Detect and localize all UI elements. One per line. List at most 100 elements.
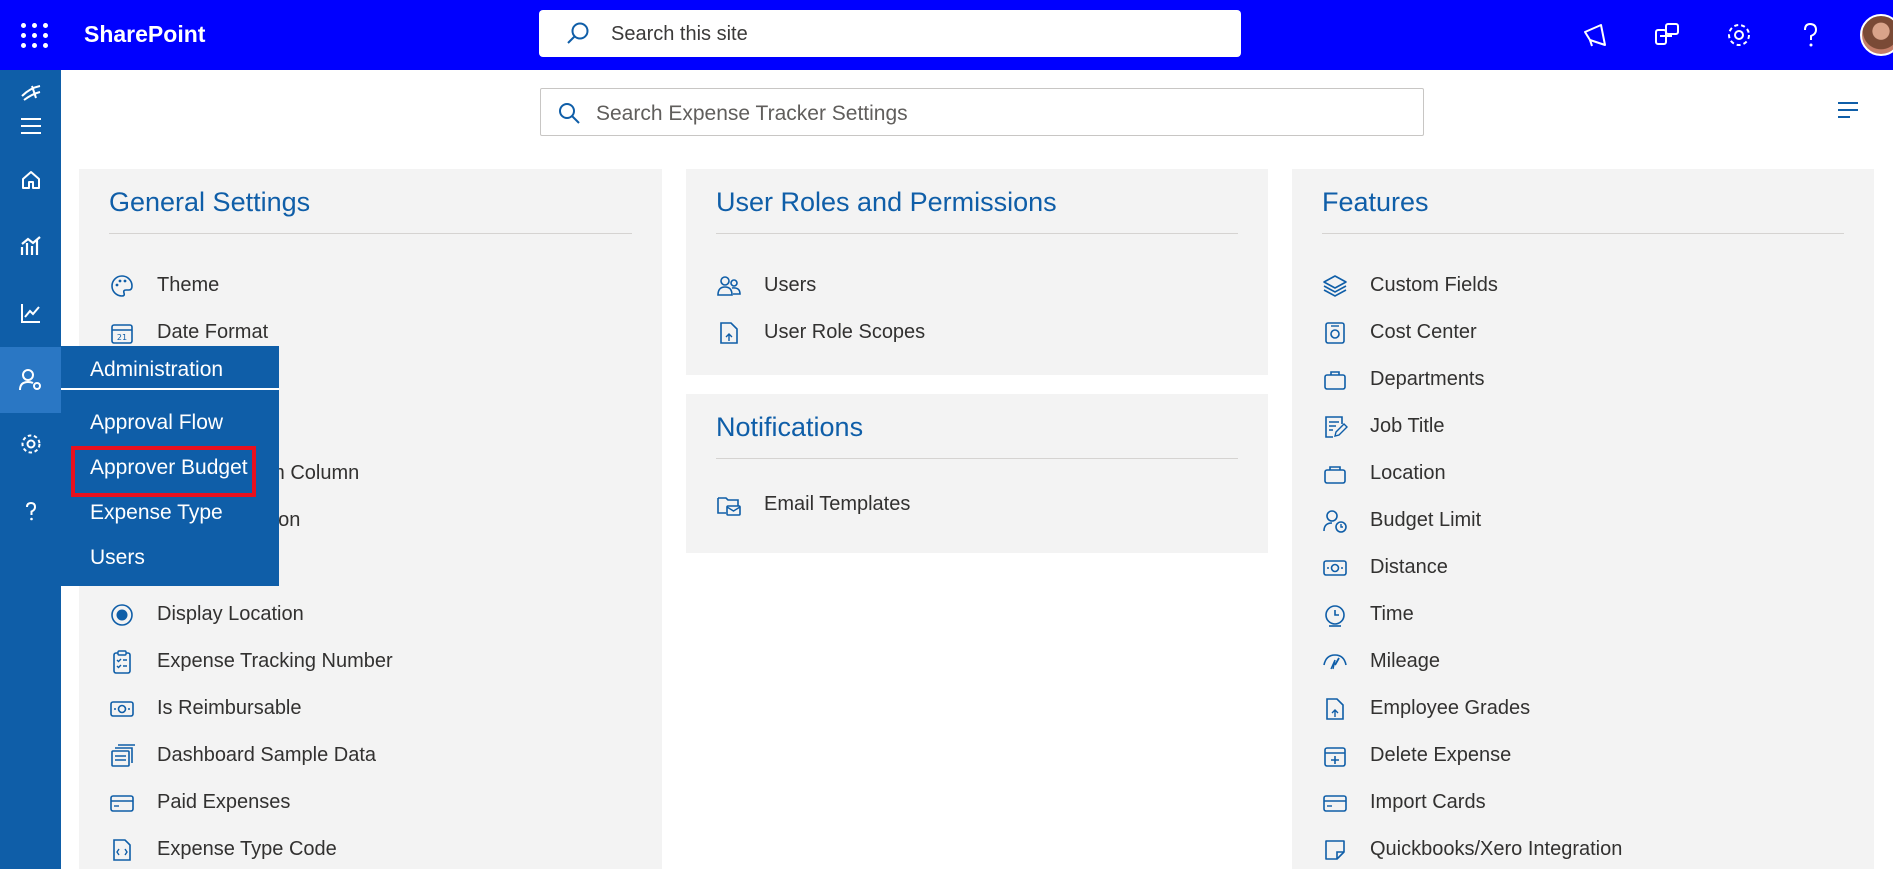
bag-icon <box>1322 461 1348 487</box>
note-icon <box>1322 837 1348 863</box>
settings-item-display-location[interactable]: Display Location <box>109 591 662 638</box>
feature-item-label: Quickbooks/Xero Integration <box>1370 838 1623 860</box>
gauge-icon <box>1322 649 1348 675</box>
user-roles-title: User Roles and Permissions <box>716 187 1057 217</box>
search-icon <box>559 103 580 124</box>
settings-item-label: Display Location <box>157 603 304 625</box>
feature-item-departments[interactable]: Departments <box>1322 356 1874 403</box>
people-icon <box>716 273 742 299</box>
feature-item-label: Employee Grades <box>1370 697 1531 719</box>
settings-item-expense-tracking-number[interactable]: Expense Tracking Number <box>109 638 662 685</box>
person-clock-icon <box>1322 508 1348 534</box>
checklist-icon <box>109 649 135 675</box>
settings-search-input[interactable]: Search Expense Tracker Settings <box>596 102 908 126</box>
layers-icon <box>1322 273 1348 299</box>
feature-item-label: Mileage <box>1370 650 1441 672</box>
feature-item-mileage[interactable]: Mileage <box>1322 638 1874 685</box>
settings-search-box[interactable]: Search Expense Tracker Settings <box>540 88 1424 136</box>
settings-item-label: Theme <box>157 274 220 296</box>
settings-item-label: Paid Expenses <box>157 791 291 813</box>
settings-item-is-reimbursable[interactable]: Is Reimbursable <box>109 685 662 732</box>
feature-item-label: Time <box>1370 603 1414 625</box>
radio-icon <box>109 602 135 628</box>
flyout-item-approver-budget[interactable]: Approver Budget <box>61 445 279 497</box>
settings-item-label: Date Format <box>157 321 269 343</box>
feature-item-cost-center[interactable]: Cost Center <box>1322 309 1874 356</box>
settings-item-label: Is Reimbursable <box>157 697 302 719</box>
dashboard-icon[interactable] <box>0 218 61 274</box>
feature-item-delete-expense[interactable]: Delete Expense <box>1322 732 1874 779</box>
features-list: Custom Fields Cost Center Departments Jo… <box>1292 234 1874 873</box>
feature-item-label: Departments <box>1370 368 1485 390</box>
user-roles-list: Users User Role Scopes <box>686 234 1268 356</box>
file-sync-icon <box>716 320 742 346</box>
help-icon[interactable] <box>0 483 61 539</box>
brand-name[interactable]: SharePoint <box>84 21 205 48</box>
feature-item-time[interactable]: Time <box>1322 591 1874 638</box>
briefcase-icon <box>1322 367 1348 393</box>
settings-item-users[interactable]: Users <box>716 262 1268 309</box>
settings-item-email-templates[interactable]: Email Templates <box>716 481 1268 528</box>
avatar[interactable] <box>1860 14 1893 56</box>
settings-item-theme[interactable]: Theme <box>109 262 662 309</box>
settings-item-dashboard-sample-data[interactable]: Dashboard Sample Data <box>109 732 662 779</box>
feature-item-label: Distance <box>1370 556 1448 578</box>
feature-item-employee-grades[interactable]: Employee Grades <box>1322 685 1874 732</box>
settings-icon[interactable] <box>0 416 61 472</box>
features-title: Features <box>1322 187 1429 217</box>
palette-icon <box>109 273 135 299</box>
flyout-item-approval-flow[interactable]: Approval Flow <box>61 400 279 445</box>
app-launcher-icon[interactable] <box>18 18 52 52</box>
notifications-list: Email Templates <box>686 459 1268 528</box>
site-search-box[interactable]: Search this site <box>539 10 1241 57</box>
feature-item-distance[interactable]: Distance <box>1322 544 1874 591</box>
feature-item-custom-fields[interactable]: Custom Fields <box>1322 262 1874 309</box>
feature-item-label: Location <box>1370 462 1446 484</box>
feature-item-job-title[interactable]: Job Title <box>1322 403 1874 450</box>
settings-item-label: Expense Tracking Number <box>157 650 393 672</box>
general-settings-title: General Settings <box>109 187 311 217</box>
feature-item-budget-limit[interactable]: Budget Limit <box>1322 497 1874 544</box>
card-icon <box>109 790 135 816</box>
help-icon[interactable] <box>1792 17 1828 53</box>
stack-icon <box>109 743 135 769</box>
home-icon[interactable] <box>0 152 61 208</box>
administration-flyout: Administration Approval Flow Approver Bu… <box>61 346 279 586</box>
feature-item-label: Import Cards <box>1370 791 1486 813</box>
site-search-input[interactable]: Search this site <box>611 23 748 46</box>
settings-item-paid-expenses[interactable]: Paid Expenses <box>109 779 662 826</box>
safe-icon <box>1322 320 1348 346</box>
feature-item-location[interactable]: Location <box>1322 450 1874 497</box>
feature-item-label: Delete Expense <box>1370 744 1512 766</box>
menu-icon[interactable] <box>0 106 61 146</box>
flyout-header[interactable]: Administration <box>61 346 279 390</box>
notifications-title: Notifications <box>716 412 864 442</box>
features-panel: Features Custom Fields Cost Center Depar… <box>1292 169 1874 869</box>
file-sync-icon <box>1322 696 1348 722</box>
settings-item-label: Dashboard Sample Data <box>157 744 377 766</box>
settings-item-expense-type-code[interactable]: Expense Type Code <box>109 826 662 873</box>
money-icon <box>1322 555 1348 581</box>
administration-icon[interactable] <box>0 347 61 413</box>
feature-item-label: Cost Center <box>1370 321 1477 343</box>
flyout-item-users[interactable]: Users <box>61 535 279 580</box>
analytics-icon[interactable] <box>0 285 61 341</box>
list-menu-icon[interactable] <box>1836 100 1860 120</box>
search-icon <box>567 22 589 44</box>
svg-text:21: 21 <box>117 333 127 342</box>
feature-item-quickbooks-xero[interactable]: Quickbooks/Xero Integration <box>1322 826 1874 873</box>
gear-icon[interactable] <box>1721 17 1757 53</box>
settings-item-label: Email Templates <box>764 493 911 515</box>
user-roles-panel: User Roles and Permissions Users User Ro… <box>686 169 1268 375</box>
left-rail <box>0 70 61 869</box>
megaphone-icon[interactable] <box>1578 17 1614 53</box>
settings-item-label: User Role Scopes <box>764 321 926 343</box>
share-icon[interactable] <box>1649 17 1685 53</box>
card-icon <box>1322 790 1348 816</box>
calendar-add-icon <box>1322 743 1348 769</box>
settings-item-label: Expense Type Code <box>157 838 337 860</box>
settings-item-user-role-scopes[interactable]: User Role Scopes <box>716 309 1268 356</box>
mail-folder-icon <box>716 492 742 518</box>
settings-item-label: Users <box>764 274 817 296</box>
feature-item-import-cards[interactable]: Import Cards <box>1322 779 1874 826</box>
